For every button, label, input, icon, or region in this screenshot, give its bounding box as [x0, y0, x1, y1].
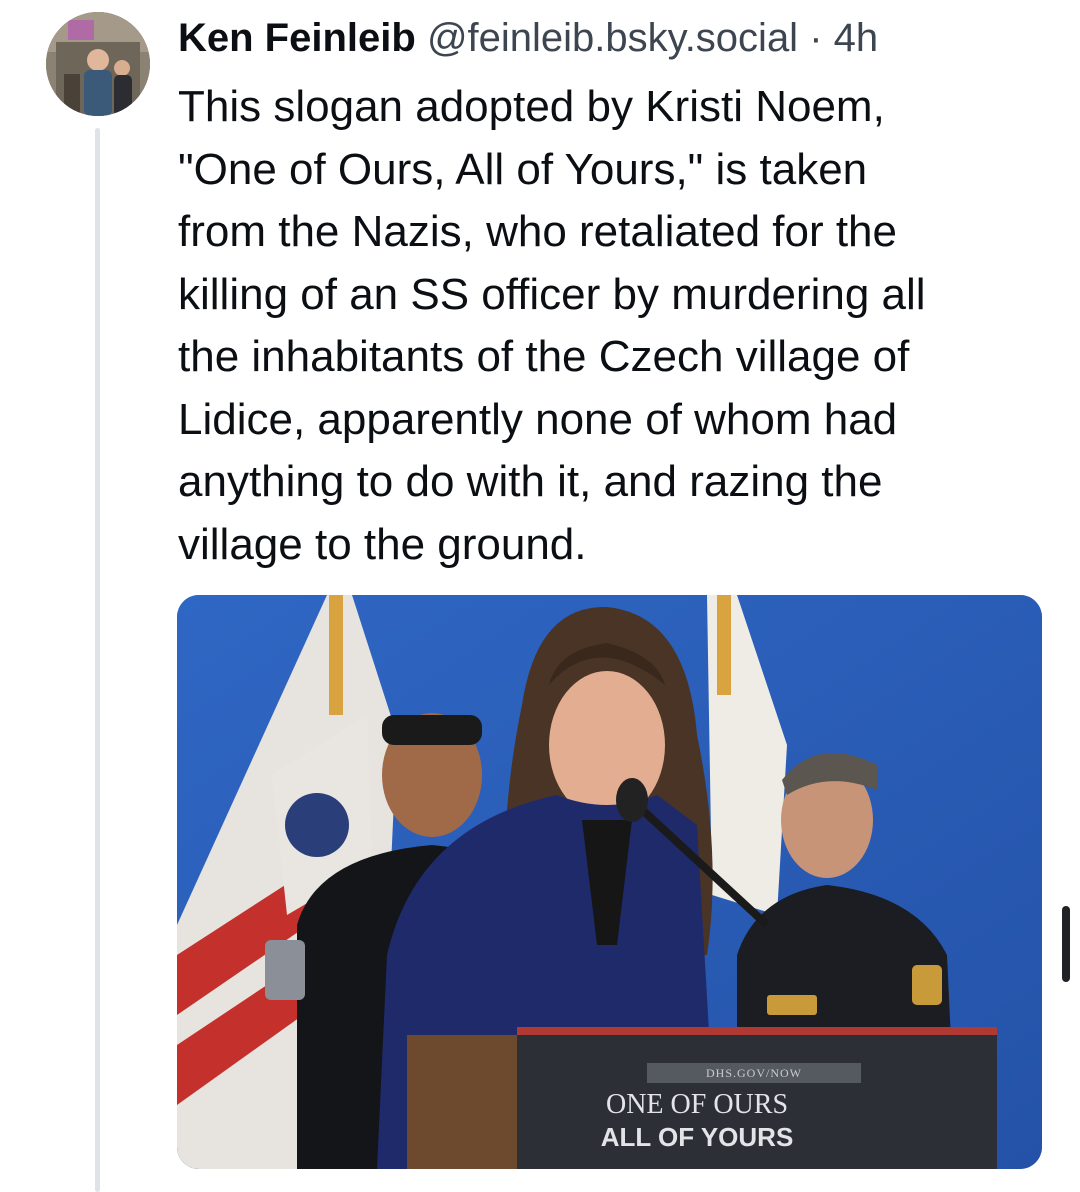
avatar[interactable] — [46, 12, 150, 116]
post-timestamp[interactable]: 4h — [834, 16, 879, 60]
post-card[interactable]: Ken Feinleib @feinleib.bsky.social · 4h … — [0, 0, 1080, 1192]
post-text: This slogan adopted by Kristi Noem, "One… — [178, 82, 926, 569]
scrollbar-thumb[interactable] — [1062, 906, 1070, 982]
post-header: Ken Feinleib @feinleib.bsky.social · 4h — [178, 12, 878, 64]
header-separator: · — [809, 16, 823, 60]
sign-slogan-line2: ALL OF YOURS — [600, 1122, 794, 1152]
sign-slogan-line1: ONE OF OURS — [605, 1089, 789, 1120]
podium-sign: DHS.GOV/NOW ONE OF OURS ALL OF YOURS — [517, 1027, 997, 1169]
author-handle[interactable]: @feinleib.bsky.social — [427, 16, 798, 60]
sign-url-text: DHS.GOV/NOW — [647, 1063, 861, 1083]
thread-line — [95, 128, 100, 1192]
post-image[interactable]: DHS.GOV/NOW ONE OF OURS ALL OF YOURS — [177, 595, 1042, 1169]
author-name[interactable]: Ken Feinleib — [178, 16, 416, 60]
avatar-photo — [46, 12, 150, 116]
